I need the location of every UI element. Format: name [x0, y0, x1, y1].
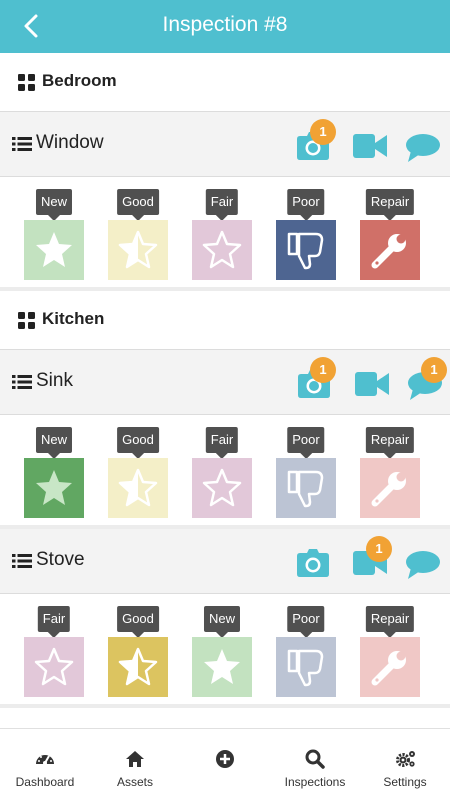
rating-label: Repair: [365, 606, 415, 638]
photo-button[interactable]: 1: [296, 357, 336, 404]
rating-label: Fair: [205, 427, 239, 459]
rating-row-window: New Good Fair Poor Repair: [0, 177, 450, 291]
rating-row-sink: New Good Fair Poor Repair: [0, 415, 450, 529]
rating-tile[interactable]: [24, 637, 84, 697]
speech-bubble-icon: [406, 134, 440, 162]
rating-tile[interactable]: [108, 637, 168, 697]
wrench-icon: [360, 458, 420, 518]
rating-label: Fair: [205, 189, 239, 221]
half-star-icon: [108, 458, 168, 518]
camera-icon: [297, 549, 329, 577]
photo-button[interactable]: 1: [295, 119, 336, 166]
rating-tile[interactable]: [24, 220, 84, 280]
item-title: Sink: [36, 370, 73, 391]
star-icon: [192, 637, 252, 697]
rating-tile[interactable]: [24, 458, 84, 518]
room-header-bedroom: Bedroom: [0, 53, 450, 112]
thumbs-down-icon: [276, 458, 336, 518]
nav-settings[interactable]: Settings: [360, 729, 450, 800]
star-icon: [24, 220, 84, 280]
bottom-navigation: Dashboard Assets Inspections Settings: [0, 728, 450, 800]
speech-bubble-icon: [406, 551, 440, 579]
list-icon: [12, 137, 32, 151]
rating-tile[interactable]: [360, 458, 420, 518]
rating-tile[interactable]: [360, 220, 420, 280]
nav-inspections[interactable]: Inspections: [270, 729, 360, 800]
gears-icon: [396, 751, 415, 767]
rating-label: New: [35, 189, 73, 221]
half-star-icon: [108, 220, 168, 280]
nav-label: Assets: [116, 775, 153, 789]
rating-tile[interactable]: [360, 637, 420, 697]
video-camera-icon: [355, 372, 389, 396]
list-icon: [12, 554, 32, 568]
star-outline-icon: [192, 458, 252, 518]
comment-button[interactable]: [405, 126, 445, 166]
rating-label: Fair: [37, 606, 71, 638]
comment-button[interactable]: [405, 543, 445, 583]
comment-button[interactable]: 1: [407, 357, 447, 404]
room-title: Kitchen: [42, 309, 105, 328]
grid-icon: [18, 74, 35, 91]
rating-tile[interactable]: [192, 637, 252, 697]
photo-count-badge: 1: [310, 357, 336, 383]
thumbs-down-icon: [276, 637, 336, 697]
app-header: Inspection #8: [0, 0, 450, 53]
thumbs-down-icon: [276, 220, 336, 280]
nav-assets[interactable]: Assets: [90, 729, 180, 800]
rating-label: Poor: [287, 606, 325, 638]
rating-label: Poor: [287, 427, 325, 459]
room-header-kitchen: Kitchen: [0, 291, 450, 350]
nav-add[interactable]: [180, 729, 270, 800]
list-icon: [12, 375, 32, 389]
star-outline-icon: [192, 220, 252, 280]
rating-label: New: [35, 427, 73, 459]
rating-tile[interactable]: [192, 220, 252, 280]
plus-circle-icon: [216, 750, 234, 768]
rating-label: New: [203, 606, 241, 638]
speedometer-icon: [36, 755, 54, 765]
rating-tile[interactable]: [192, 458, 252, 518]
star-outline-icon: [24, 637, 84, 697]
page-title: Inspection #8: [162, 13, 288, 36]
star-icon: [24, 458, 84, 518]
rating-tile[interactable]: [276, 220, 336, 280]
photo-button[interactable]: [295, 543, 335, 583]
home-icon: [126, 751, 144, 767]
nav-label: Inspections: [284, 775, 346, 789]
nav-label: Settings: [383, 775, 427, 789]
item-title: Window: [36, 132, 104, 153]
search-icon: [305, 749, 325, 769]
rating-tile[interactable]: [276, 637, 336, 697]
video-camera-icon: [353, 134, 387, 158]
item-header-stove: Stove 1: [0, 529, 450, 594]
rating-label: Good: [117, 189, 159, 221]
rating-row-stove: Fair Good New Poor Repair: [0, 594, 450, 708]
item-title: Stove: [36, 549, 85, 570]
grid-icon: [18, 312, 35, 329]
rating-tile[interactable]: [108, 220, 168, 280]
comment-count-badge: 1: [421, 357, 447, 383]
wrench-icon: [360, 637, 420, 697]
video-count-badge: 1: [366, 536, 392, 562]
rating-label: Good: [117, 606, 159, 638]
rating-tile[interactable]: [276, 458, 336, 518]
inspection-content[interactable]: Bedroom Window 1 New Good Fair Poor Repa…: [0, 53, 450, 728]
item-header-window: Window 1: [0, 112, 450, 177]
item-header-sink: Sink 1 1: [0, 350, 450, 415]
video-button[interactable]: [351, 126, 391, 166]
rating-label: Good: [117, 427, 159, 459]
wrench-icon: [360, 220, 420, 280]
video-button[interactable]: [353, 364, 393, 404]
rating-label: Poor: [287, 189, 325, 221]
room-title: Bedroom: [42, 71, 117, 90]
nav-dashboard[interactable]: Dashboard: [0, 729, 90, 800]
half-star-icon: [108, 637, 168, 697]
nav-label: Dashboard: [15, 775, 75, 789]
video-button[interactable]: 1: [351, 536, 392, 583]
rating-tile[interactable]: [108, 458, 168, 518]
rating-label: Repair: [365, 427, 415, 459]
photo-count-badge: 1: [310, 119, 336, 145]
rating-label: Repair: [365, 189, 415, 221]
